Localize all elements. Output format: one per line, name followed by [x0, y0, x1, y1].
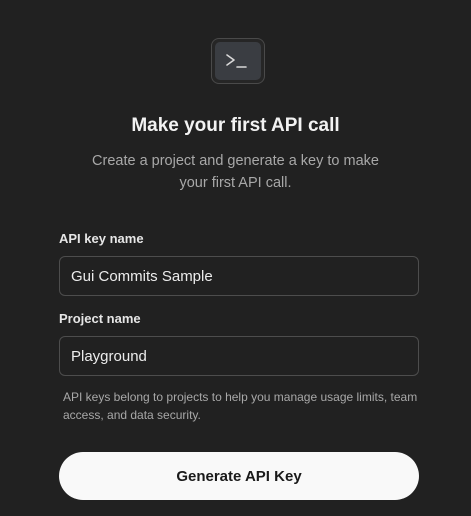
api-key-name-label: API key name — [59, 231, 144, 246]
api-key-name-input[interactable] — [59, 256, 419, 296]
generate-api-key-button[interactable]: Generate API Key — [59, 452, 419, 500]
terminal-prompt-glyph — [226, 54, 247, 68]
project-name-input[interactable] — [59, 336, 419, 376]
terminal-icon-screen — [215, 42, 261, 80]
page-title: Make your first API call — [131, 115, 340, 136]
helper-text: API keys belong to projects to help you … — [63, 390, 418, 422]
page-subtitle: Create a project and generate a key to m… — [92, 153, 379, 191]
project-name-label: Project name — [59, 311, 141, 326]
terminal-icon — [211, 38, 265, 84]
